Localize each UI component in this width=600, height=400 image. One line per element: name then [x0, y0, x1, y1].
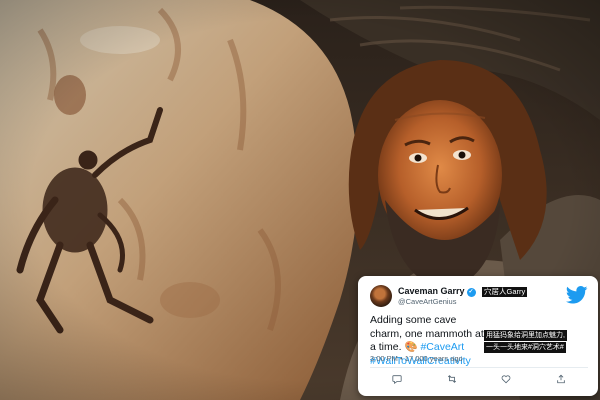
tweet-time[interactable]: 3:00 PM [370, 354, 398, 363]
tweet-age: 17,000 years ago [404, 354, 463, 363]
twitter-bird-icon [566, 286, 588, 304]
chinese-caption-line2: 一头一头地来#洞穴艺术# [484, 342, 566, 353]
hashtag-cave-art[interactable]: #CaveArt [420, 341, 464, 353]
tweet-card[interactable]: Caveman Garry ✓ @CaveArtGenius 穴居人Garry A… [358, 276, 598, 396]
handle[interactable]: @CaveArtGenius [398, 297, 456, 306]
meta-separator: • [400, 354, 403, 363]
meme-image: Caveman Garry ✓ @CaveArtGenius 穴居人Garry A… [0, 0, 600, 400]
display-name[interactable]: Caveman Garry [398, 286, 465, 296]
comment-icon[interactable] [392, 374, 402, 384]
share-icon[interactable] [556, 374, 566, 384]
chinese-caption-line1: 用猛犸象给洞里加点魅力, [484, 330, 567, 341]
tweet-meta: 3:00 PM • 17,000 years ago [370, 354, 463, 363]
retweet-icon[interactable] [447, 374, 457, 384]
verified-icon: ✓ [466, 288, 476, 297]
tweet-header: Caveman Garry ✓ @CaveArtGenius 穴居人Garry [370, 284, 588, 310]
tweet-actions [370, 374, 588, 386]
avatar[interactable] [370, 285, 392, 307]
like-icon[interactable] [501, 374, 511, 384]
display-name-row: Caveman Garry ✓ [398, 286, 476, 297]
palette-emoji: 🎨 [404, 341, 418, 353]
chinese-name-caption: 穴居人Garry [482, 287, 528, 297]
divider [370, 367, 588, 368]
chinese-caption: 用猛犸象给洞里加点魅力, 一头一头地来#洞穴艺术# [484, 330, 588, 354]
